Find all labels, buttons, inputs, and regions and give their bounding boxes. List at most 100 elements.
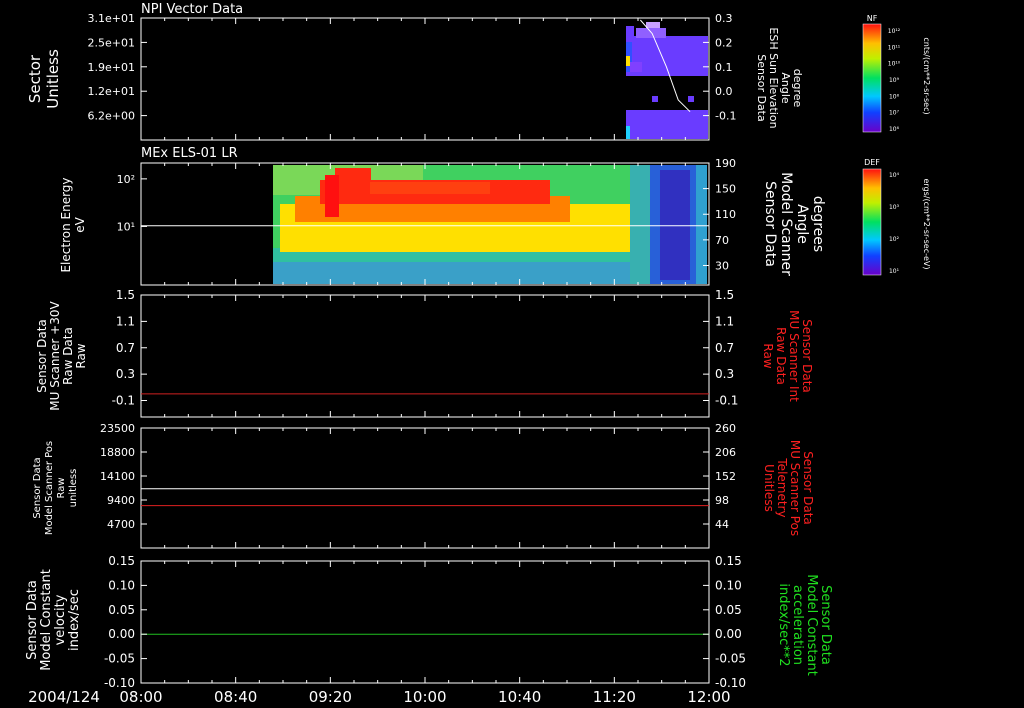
panel-1-title: NPI Vector Data	[141, 2, 243, 17]
panel-4-ylabel: Sensor Data Model Scanner Pos Raw unitle…	[32, 441, 79, 535]
panel-scanner-pos: 23500 18800 14100 9400 4700 260 206 152 98 44 Se…	[32, 422, 815, 549]
colorbar-nf-unit: cnts/(cm**2-sr-sec)	[922, 37, 931, 114]
y-tick-label: 2.5e+01	[88, 36, 135, 49]
panel-1-y2label-line4: degree	[791, 69, 804, 108]
y-tick-label: 6.2e+00	[88, 110, 135, 123]
time-tick-label: 12:00	[687, 688, 730, 706]
panel-1-ylabel-line1: Sector	[26, 54, 44, 103]
time-tick-label: 11:20	[593, 688, 636, 706]
y-tick-label: 1.5	[116, 288, 135, 302]
panel-3-ylabel-line1: Sensor Data	[35, 319, 49, 393]
panel-4-plot-area	[140, 427, 710, 549]
y-tick-label: 18800	[100, 446, 135, 459]
y2-tick-label: 110	[715, 208, 736, 221]
panel-5-y2label-line4: index/sec**2	[776, 583, 791, 666]
panel-model-constant: 0.150.100.050.00-0.05-0.10 0.150.100.050…	[25, 554, 833, 690]
panel-5-y2label: Sensor Data Model Constant acceleration …	[776, 574, 833, 676]
panel-2-heatmap	[273, 165, 707, 284]
y2-tick-label: 0.0	[715, 85, 733, 98]
y2-tick-label: 0.7	[715, 341, 734, 355]
panel-els: MEx ELS-01 LR 10² 10¹ 190 150 110 70 30 Elect…	[59, 146, 826, 286]
colorbar-tick-label: 10⁷	[889, 110, 900, 117]
panel-2-ylabel-line2: eV	[73, 216, 87, 232]
y2-tick-label: 1.5	[715, 288, 734, 302]
time-axis: 2004/124 08:00 08:40 09:20 10:00 10:40 11:20 1…	[28, 688, 731, 706]
panel-4-ylabel-line4: unitless	[68, 469, 79, 508]
panel-3-ylabel: Sensor Data MU Scanner +30V Raw Data Raw	[35, 301, 88, 411]
y2-tick-label: -0.1	[715, 110, 736, 123]
panel-3-y2label-line1: Sensor Data	[800, 319, 814, 393]
panel-4-y2label-line4: Unitless	[762, 464, 776, 512]
colorbar-tick-label: 10⁶	[889, 126, 900, 133]
panel-1-plot-area	[140, 17, 710, 141]
panel-5-ylabel-line2: Model Constant	[39, 569, 54, 671]
y-tick-label: 14100	[100, 470, 135, 483]
panel-5-ylabel: Sensor Data Model Constant velocity inde…	[25, 569, 82, 671]
colorbar-tick-label: 10¹⁰	[888, 61, 901, 68]
y2-tick-label: -0.05	[715, 652, 746, 666]
panel-1-y2label: Sensor Data ESH Sun Elevation Angle degr…	[755, 27, 804, 128]
panel-3-y2label-line3: Raw Data	[774, 327, 788, 385]
y2-tick-label: 206	[715, 446, 736, 459]
panel-4-y2label-line3: Telemetry	[775, 457, 789, 517]
y2-tick-label: 0.05	[715, 603, 742, 617]
panel-1-y2label-line2: ESH Sun Elevation	[767, 27, 780, 128]
panel-3-plot-area	[140, 294, 710, 418]
y2-tick-label: 0.3	[715, 367, 734, 381]
plot-canvas: NPI Vector Data 3.1e+01 2.5e+01 1.9e+01 1.2…	[25, 2, 931, 706]
colorbar-tick-label: 10¹²	[888, 28, 901, 35]
colorbar-tick-label: 10⁸	[889, 93, 900, 100]
panel-2-y2label-line4: degrees	[810, 196, 826, 252]
y-tick-label: 4700	[107, 518, 135, 531]
y-tick-label: 0.05	[108, 603, 135, 617]
y2-tick-label: 150	[715, 183, 736, 196]
panel-4-y2label-line1: Sensor Data	[801, 451, 815, 525]
panel-5-plot-area	[140, 560, 710, 684]
y2-tick-label: 0.2	[715, 36, 733, 49]
panel-2-title: MEx ELS-01 LR	[141, 146, 238, 161]
colorbar-nf-ticks: 10¹² 10¹¹ 10¹⁰ 10⁹ 10⁸ 10⁷ 10⁶	[888, 28, 901, 133]
y-tick-label: 0.15	[108, 554, 135, 568]
y2-tick-label: 1.1	[715, 314, 734, 328]
y-tick-label: 1.1	[116, 314, 135, 328]
y-tick-label: 9400	[107, 494, 135, 507]
panel-2-y2label: Sensor Data Model Scanner Angle degrees	[762, 172, 826, 276]
panel-5-ylabel-line3: velocity	[53, 594, 68, 645]
colorbar-tick-label: 10⁴	[889, 172, 900, 179]
colorbar-def-unit: ergs/(cm**2-sr-sec-eV)	[922, 178, 931, 269]
panel-2-ylabel-line1: Electron Energy	[59, 177, 73, 272]
panel-3-ylabel-line3: Raw Data	[61, 327, 75, 385]
y-tick-label: 0.3	[116, 367, 135, 381]
date-label: 2004/124	[28, 688, 100, 706]
panel-1-y2label-line3: Angle	[779, 72, 792, 104]
y-tick-label: -0.1	[112, 394, 135, 408]
panel-3-y2label-line4: Raw	[761, 343, 775, 368]
panel-2-y2label-line2: Model Scanner	[778, 172, 794, 276]
colorbar-def: DEF 10⁴ 10³ 10² 10¹ ergs/(cm**2-sr-sec-eV)	[862, 158, 931, 276]
y-tick-label: 0.00	[108, 627, 135, 641]
panel-1-y2label-line1: Sensor Data	[755, 54, 768, 121]
panel-3-y2label: Sensor Data MU Scanner Int Raw Data Raw	[761, 310, 814, 402]
colorbar-nf-label: NF	[867, 14, 878, 23]
time-tick-label: 10:40	[498, 688, 541, 706]
y-tick-label: 10¹	[117, 220, 135, 233]
time-tick-label: 08:00	[119, 688, 162, 706]
panel-5-y2label-line1: Sensor Data	[818, 585, 833, 665]
y-tick-label: -0.05	[104, 652, 135, 666]
time-tick-labels: 08:00 08:40 09:20 10:00 10:40 11:20 12:00	[119, 688, 730, 706]
panel-4-ylabel-line1: Sensor Data	[32, 457, 43, 518]
panel-5-y2label-line2: Model Constant	[804, 574, 819, 676]
colorbar-tick-label: 10¹	[889, 268, 900, 275]
y-tick-label: 1.9e+01	[88, 61, 135, 74]
panel-3-ylabel-line2: MU Scanner +30V	[48, 301, 62, 411]
colorbar-def-ticks: 10⁴ 10³ 10² 10¹	[889, 172, 900, 275]
y2-tick-label: -0.1	[715, 394, 738, 408]
y2-tick-label: 30	[715, 259, 729, 272]
colorbar-tick-label: 10³	[889, 204, 900, 211]
colorbar-tick-label: 10¹¹	[888, 44, 901, 51]
y2-tick-label: 0.00	[715, 627, 742, 641]
y2-tick-label: 0.15	[715, 554, 742, 568]
panel-4-y2label: Sensor Data MU Scanner Pos Telemetry Uni…	[762, 440, 815, 536]
panel-mu-scanner-raw: 1.5 1.1 0.7 0.3 -0.1 1.5 1.1 0.7 0.3 -0.1 Sensor…	[35, 288, 814, 418]
panel-2-y2label-line3: Angle	[794, 204, 810, 244]
